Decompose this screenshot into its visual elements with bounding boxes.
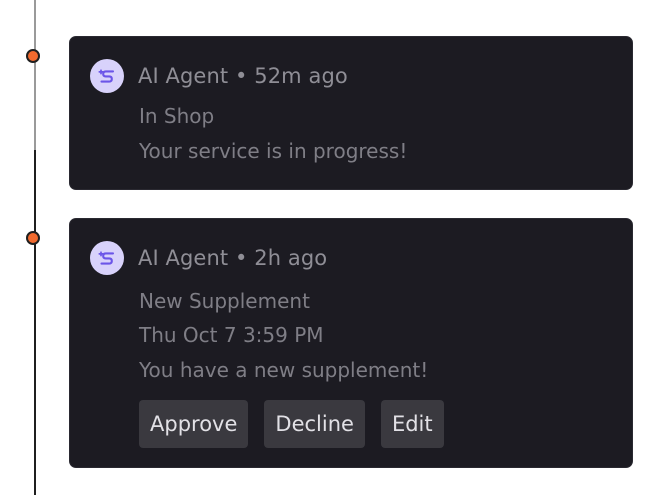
activity-card: AI Agent • 2h ago New Supplement Thu Oct… [69, 218, 633, 468]
author-line: AI Agent • 2h ago [138, 246, 327, 270]
separator: • [234, 64, 248, 88]
sparkle-agent-icon [98, 251, 115, 265]
card-header: AI Agent • 52m ago [90, 59, 348, 93]
avatar [90, 241, 124, 275]
author-line: AI Agent • 52m ago [138, 64, 348, 88]
entry-title: In Shop [139, 104, 215, 128]
author-name: AI Agent [138, 246, 229, 270]
approve-button[interactable]: Approve [139, 400, 249, 448]
edit-button[interactable]: Edit [380, 400, 444, 448]
avatar [90, 59, 124, 93]
timestamp: 2h ago [254, 246, 328, 270]
timeline-line-lower [34, 150, 36, 495]
entry-title: New Supplement [139, 289, 310, 313]
timeline-dot [26, 231, 40, 245]
author-name: AI Agent [138, 64, 229, 88]
entry-message: Your service is in progress! [139, 139, 408, 163]
separator: • [234, 246, 248, 270]
sparkle-agent-icon [98, 69, 115, 83]
entry-date: Thu Oct 7 3:59 PM [139, 323, 324, 347]
timeline-dot [26, 49, 40, 63]
activity-card: AI Agent • 52m ago In Shop Your service … [69, 36, 633, 190]
card-header: AI Agent • 2h ago [90, 241, 327, 275]
action-buttons: Approve Decline Edit [139, 400, 444, 448]
entry-message: You have a new supplement! [139, 358, 429, 382]
timestamp: 52m ago [254, 64, 348, 88]
decline-button[interactable]: Decline [264, 400, 365, 448]
